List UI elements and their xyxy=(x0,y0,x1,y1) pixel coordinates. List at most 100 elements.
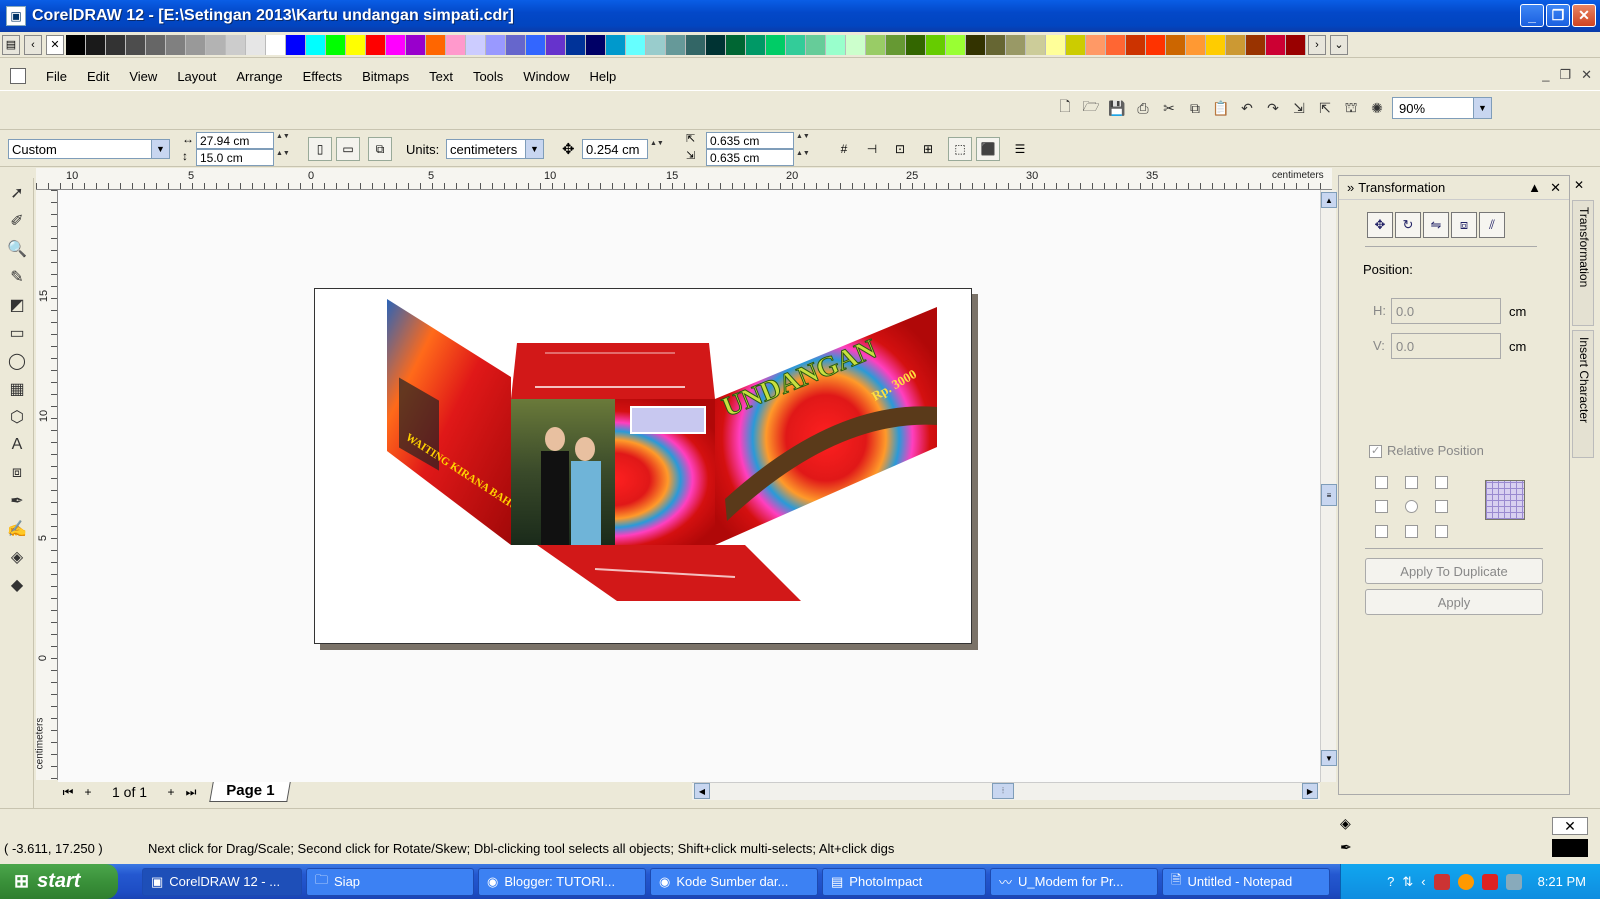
color-swatch[interactable] xyxy=(886,34,906,55)
paste-icon[interactable]: 📋 xyxy=(1210,97,1232,119)
skew-mode-icon[interactable]: ⫽ xyxy=(1479,212,1505,238)
outline-tool-icon[interactable]: ✍ xyxy=(3,516,31,542)
smart-fill-tool-icon[interactable]: ◩ xyxy=(3,292,31,318)
anchor-center[interactable] xyxy=(1405,500,1418,513)
menu-file[interactable]: File xyxy=(36,69,77,84)
no-fill-swatch[interactable]: ✕ xyxy=(46,34,64,55)
color-swatch[interactable] xyxy=(586,34,606,55)
color-swatch[interactable] xyxy=(566,34,586,55)
doc-close-icon[interactable]: ✕ xyxy=(1581,67,1592,83)
color-swatch[interactable] xyxy=(466,34,486,55)
text-tool-icon[interactable]: A xyxy=(3,432,31,458)
color-swatch[interactable] xyxy=(366,34,386,55)
rotate-mode-icon[interactable]: ↻ xyxy=(1395,212,1421,238)
help-icon[interactable]: ? xyxy=(1387,874,1394,889)
anchor-top-right[interactable] xyxy=(1435,476,1448,489)
snap-objects-icon[interactable]: ⊡ xyxy=(888,137,912,161)
color-swatch[interactable] xyxy=(266,34,286,55)
ellipse-tool-icon[interactable]: ◯ xyxy=(3,348,31,374)
tab-transformation[interactable]: Transformation xyxy=(1572,200,1594,326)
position-mode-icon[interactable]: ✥ xyxy=(1367,212,1393,238)
color-swatch[interactable] xyxy=(546,34,566,55)
app-icon[interactable]: ▣ xyxy=(6,6,26,26)
color-swatch[interactable] xyxy=(346,34,366,55)
docker-collapse-icon[interactable]: » xyxy=(1347,180,1354,195)
menu-arrange[interactable]: Arrange xyxy=(226,69,292,84)
app-launcher-icon[interactable]: ⛫ xyxy=(1340,97,1362,119)
menu-bitmaps[interactable]: Bitmaps xyxy=(352,69,419,84)
task-coreldraw[interactable]: ▣ CorelDRAW 12 - ... xyxy=(142,867,302,896)
color-swatch[interactable] xyxy=(746,34,766,55)
height-spinner[interactable]: ▲▼ xyxy=(276,149,290,169)
fill-tool-icon[interactable]: ◈ xyxy=(3,544,31,570)
dynamic-guides-icon[interactable]: ⊞ xyxy=(916,137,940,161)
menu-view[interactable]: View xyxy=(119,69,167,84)
doc-minimize-icon[interactable]: _ xyxy=(1542,67,1549,83)
treat-as-filled-icon[interactable]: ⬚ xyxy=(948,137,972,161)
color-swatch[interactable] xyxy=(86,34,106,55)
color-swatch[interactable] xyxy=(66,34,86,55)
vertical-ruler[interactable]: 15 10 5 0 centimeters xyxy=(34,190,58,780)
color-swatch[interactable] xyxy=(846,34,866,55)
page-width-input[interactable]: 27.94 cm xyxy=(196,132,274,149)
document-page[interactable]: WAITING KIRANA BAHUR UNDANGAN Rp. 3000 xyxy=(314,288,972,644)
pick-tool-icon[interactable]: ➚ xyxy=(3,180,31,206)
menu-help[interactable]: Help xyxy=(580,69,627,84)
palette-scroll-left-icon[interactable]: ‹ xyxy=(24,34,42,55)
rectangle-tool-icon[interactable]: ▭ xyxy=(3,320,31,346)
anchor-middle-left[interactable] xyxy=(1375,500,1388,513)
color-swatch[interactable] xyxy=(106,34,126,55)
page-height-input[interactable]: 15.0 cm xyxy=(196,149,274,166)
docker-close-all-icon[interactable]: ✕ xyxy=(1574,178,1584,192)
color-swatch[interactable] xyxy=(1106,34,1126,55)
color-swatch[interactable] xyxy=(986,34,1006,55)
last-page-icon[interactable]: ⏭ xyxy=(181,785,201,800)
task-kode-sumber[interactable]: ◉ Kode Sumber dar... xyxy=(650,867,818,896)
task-siap[interactable]: 🗀 Siap xyxy=(306,867,474,896)
all-pages-icon[interactable]: ⧉ xyxy=(368,137,392,161)
color-swatch[interactable] xyxy=(126,34,146,55)
doc-restore-icon[interactable]: ❐ xyxy=(1559,67,1571,83)
graph-paper-tool-icon[interactable]: ▦ xyxy=(3,376,31,402)
outline-indicator-icon[interactable]: ✒ xyxy=(1340,839,1352,856)
color-swatch[interactable] xyxy=(706,34,726,55)
restore-button[interactable]: ❐ xyxy=(1546,4,1570,27)
security-icon[interactable] xyxy=(1433,873,1450,890)
task-blogger[interactable]: ◉ Blogger: TUTORI... xyxy=(478,867,646,896)
color-swatch[interactable] xyxy=(1226,34,1246,55)
menu-edit[interactable]: Edit xyxy=(77,69,119,84)
open-icon[interactable]: 🗁 xyxy=(1080,97,1102,119)
connection-icon[interactable] xyxy=(1505,873,1522,890)
color-swatch[interactable] xyxy=(226,34,246,55)
color-swatch[interactable] xyxy=(726,34,746,55)
color-swatch[interactable] xyxy=(1166,34,1186,55)
horizontal-ruler[interactable]: 10 5 0 5 10 15 20 25 30 35 centimeters xyxy=(36,168,1332,190)
document-icon[interactable] xyxy=(10,68,26,84)
snap-grid-icon[interactable]: # xyxy=(832,137,856,161)
palette-menu-icon[interactable]: ▤ xyxy=(2,34,20,55)
color-swatch[interactable] xyxy=(286,34,306,55)
antivirus-icon[interactable] xyxy=(1481,873,1498,890)
drawing-canvas[interactable]: WAITING KIRANA BAHUR UNDANGAN Rp. 3000 xyxy=(58,190,1320,782)
color-swatch[interactable] xyxy=(446,34,466,55)
scroll-down-icon[interactable]: ▼ xyxy=(1321,750,1337,766)
copy-icon[interactable]: ⧉ xyxy=(1184,97,1206,119)
color-swatch[interactable] xyxy=(826,34,846,55)
color-swatch[interactable] xyxy=(526,34,546,55)
apply-button[interactable]: Apply xyxy=(1365,589,1543,615)
scale-mirror-mode-icon[interactable]: ⇋ xyxy=(1423,212,1449,238)
add-page-after-icon[interactable]: + xyxy=(161,785,181,799)
redo-icon[interactable]: ↷ xyxy=(1262,97,1284,119)
color-swatch[interactable] xyxy=(206,34,226,55)
menu-layout[interactable]: Layout xyxy=(167,69,226,84)
basic-shapes-tool-icon[interactable]: ⬡ xyxy=(3,404,31,430)
color-swatch[interactable] xyxy=(926,34,946,55)
color-swatch[interactable] xyxy=(326,34,346,55)
tab-insert-character[interactable]: Insert Character xyxy=(1572,330,1594,458)
scroll-right-icon[interactable]: ▶ xyxy=(1302,783,1318,799)
vertical-scroll-thumb[interactable]: ≡ xyxy=(1321,484,1337,506)
docker-close-icon[interactable]: ✕ xyxy=(1550,180,1561,196)
color-swatch[interactable] xyxy=(1026,34,1046,55)
export-icon[interactable]: ⇱ xyxy=(1314,97,1336,119)
color-swatch[interactable] xyxy=(1146,34,1166,55)
